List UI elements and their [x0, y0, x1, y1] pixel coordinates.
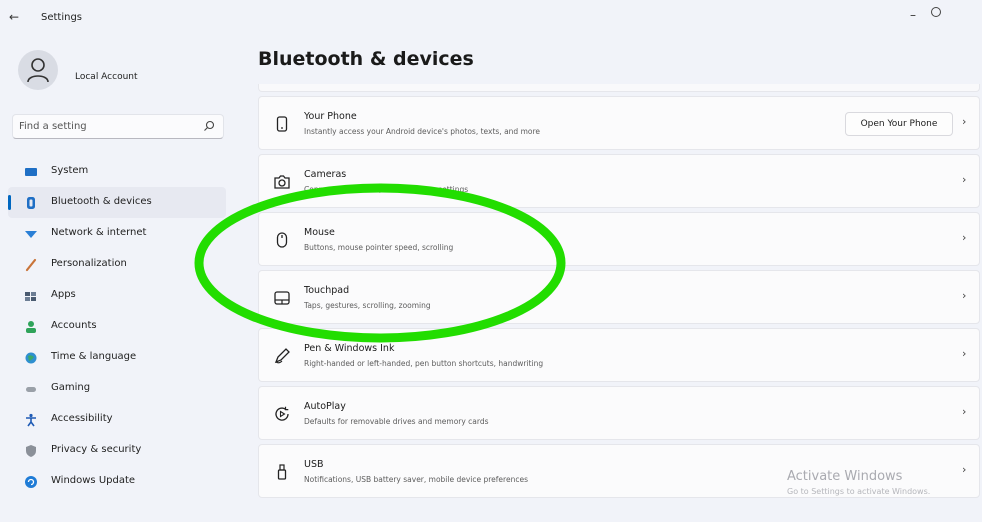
autoplay-icon [275, 406, 289, 421]
sidebar-item-label: Time & language [51, 351, 137, 362]
card-description: Right-handed or left-handed, pen button … [304, 359, 544, 368]
system-icon [25, 168, 37, 176]
back-arrow-icon[interactable]: ← [9, 10, 19, 24]
search-input[interactable] [13, 115, 193, 138]
card-description: Instantly access your Android device's p… [304, 127, 540, 136]
touchpad-card[interactable]: Touchpad Taps, gestures, scrolling, zoom… [258, 270, 980, 324]
mouse-icon [276, 232, 288, 248]
card-description: Taps, gestures, scrolling, zooming [304, 301, 431, 310]
card-title: Cameras [304, 169, 347, 180]
sidebar-item-label: Accessibility [51, 413, 113, 424]
time-language-icon [25, 352, 37, 364]
sidebar-nav: System Bluetooth & devices Network & int… [8, 156, 226, 497]
usb-icon [277, 464, 287, 480]
card-title: Mouse [304, 227, 335, 238]
avatar[interactable] [18, 50, 58, 90]
sidebar-item-label: Gaming [51, 382, 91, 393]
sidebar-item-label: System [51, 165, 89, 176]
camera-icon [274, 175, 290, 189]
search-box[interactable] [12, 114, 224, 139]
chevron-right-icon: › [962, 173, 967, 186]
accessibility-icon [26, 413, 36, 427]
sidebar-item-time-language[interactable]: Time & language [8, 342, 226, 373]
your-phone-card[interactable]: Your Phone Instantly access your Android… [258, 96, 980, 150]
card-description: Defaults for removable drives and memory… [304, 417, 489, 426]
pen-windows-ink-card[interactable]: Pen & Windows Ink Right-handed or left-h… [258, 328, 980, 382]
watermark-title: Activate Windows [787, 469, 903, 484]
app-title: Settings [41, 12, 83, 23]
card-title: AutoPlay [304, 401, 346, 412]
mouse-card[interactable]: Mouse Buttons, mouse pointer speed, scro… [258, 212, 980, 266]
sidebar-item-accessibility[interactable]: Accessibility [8, 404, 226, 435]
personalization-icon [25, 258, 37, 272]
sidebar-item-apps[interactable]: Apps [8, 280, 226, 311]
title-bar: ← Settings – [0, 0, 982, 36]
sidebar-item-personalization[interactable]: Personalization [8, 249, 226, 280]
sidebar-item-label: Apps [51, 289, 76, 300]
apps-icon [25, 292, 36, 301]
chevron-right-icon: › [962, 405, 967, 418]
chevron-right-icon: › [962, 231, 967, 244]
sidebar-item-system[interactable]: System [8, 156, 226, 187]
sidebar-item-accounts[interactable]: Accounts [8, 311, 226, 342]
scrolled-card-edge [258, 84, 980, 92]
card-description: Connected cameras, default image setting… [304, 185, 469, 194]
card-title: Pen & Windows Ink [304, 343, 395, 354]
sidebar-item-label: Bluetooth & devices [51, 196, 152, 207]
bluetooth-icon [27, 197, 35, 209]
user-icon [27, 58, 49, 83]
card-title: USB [304, 459, 324, 470]
account-name: Local Account [75, 72, 138, 82]
open-your-phone-button[interactable]: Open Your Phone [845, 112, 953, 136]
sidebar-item-label: Accounts [51, 320, 97, 331]
autoplay-card[interactable]: AutoPlay Defaults for removable drives a… [258, 386, 980, 440]
shield-icon [26, 445, 36, 457]
selection-indicator [8, 195, 11, 210]
touchpad-icon [274, 291, 290, 305]
card-title: Touchpad [304, 285, 350, 296]
pen-icon [274, 348, 290, 364]
minimize-button[interactable]: – [910, 8, 916, 22]
page-title: Bluetooth & devices [258, 48, 474, 70]
sidebar-item-windows-update[interactable]: Windows Update [8, 466, 226, 497]
activate-windows-watermark: Activate Windows Go to Settings to activ… [787, 469, 930, 496]
card-description: Notifications, USB battery saver, mobile… [304, 475, 528, 484]
sidebar-item-label: Network & internet [51, 227, 147, 238]
maximize-button[interactable] [931, 7, 941, 17]
sidebar-item-privacy-security[interactable]: Privacy & security [8, 435, 226, 466]
watermark-subtitle: Go to Settings to activate Windows. [787, 487, 931, 496]
chevron-right-icon: › [962, 347, 967, 360]
chevron-right-icon: › [962, 115, 967, 128]
cameras-card[interactable]: Cameras Connected cameras, default image… [258, 154, 980, 208]
sidebar-item-gaming[interactable]: Gaming [8, 373, 226, 404]
chevron-right-icon: › [962, 463, 967, 476]
card-description: Buttons, mouse pointer speed, scrolling [304, 243, 454, 252]
sidebar-item-network-internet[interactable]: Network & internet [8, 218, 226, 249]
sidebar-item-label: Privacy & security [51, 444, 142, 455]
network-icon [25, 231, 37, 238]
windows-update-icon [25, 476, 37, 488]
phone-icon [276, 116, 288, 132]
sidebar-item-label: Personalization [51, 258, 127, 269]
card-title: Your Phone [304, 111, 357, 122]
sidebar-item-bluetooth-devices[interactable]: Bluetooth & devices [8, 187, 226, 218]
sidebar-item-label: Windows Update [51, 475, 136, 486]
accounts-icon [26, 321, 36, 333]
gaming-icon [26, 387, 36, 392]
search-icon[interactable] [203, 120, 215, 132]
chevron-right-icon: › [962, 289, 967, 302]
